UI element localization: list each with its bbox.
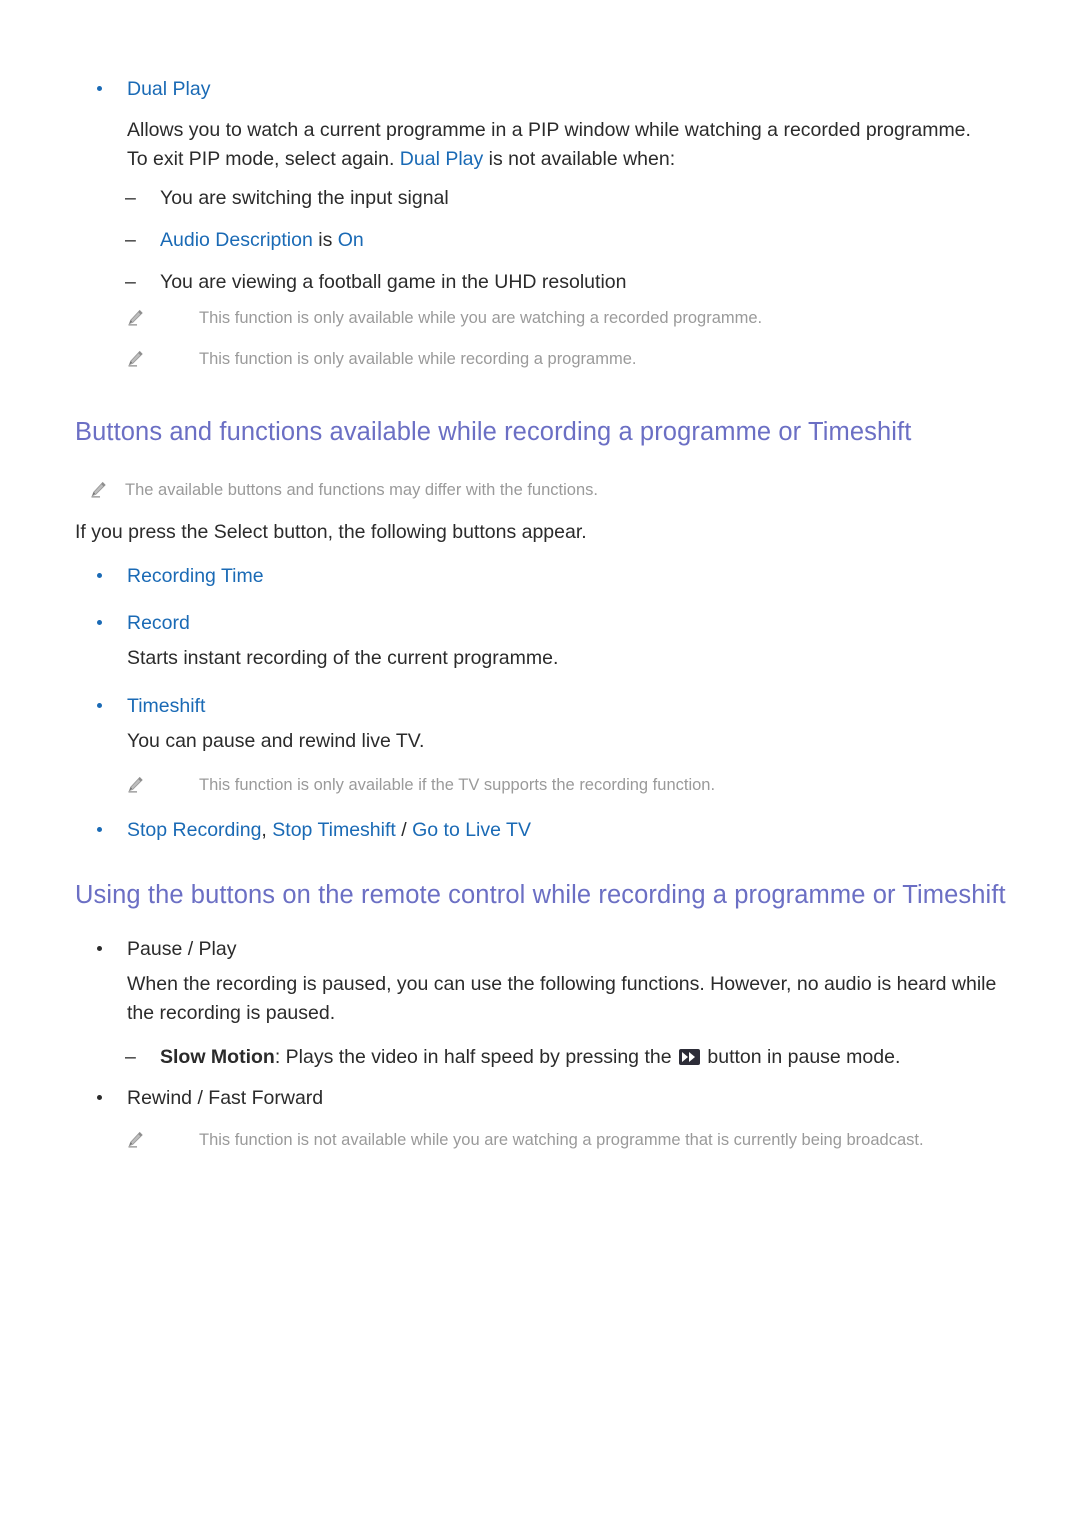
note-row: The available buttons and functions may … xyxy=(75,477,1020,503)
timeshift-note: This function is only available if the T… xyxy=(75,772,1020,798)
fast-forward-icon xyxy=(678,1049,700,1065)
record-desc-text: Starts instant recording of the current … xyxy=(127,647,559,669)
condition-audio-description: Audio Description is On xyxy=(75,225,1020,255)
item-timeshift: Timeshift xyxy=(75,691,1020,721)
item-recording-time: Recording Time xyxy=(75,561,1020,591)
rewind-label: Rewind / Fast Forward xyxy=(127,1087,324,1109)
desc-text-2-pre: To exit PIP mode, select again. xyxy=(127,148,400,170)
dual-play-note-1: This function is only available while yo… xyxy=(75,305,1020,331)
stop-sep-1: , xyxy=(261,819,273,841)
note-text: This function is not available while you… xyxy=(199,1131,924,1149)
item-record: Record xyxy=(75,608,1020,638)
recording-time-label: Recording Time xyxy=(127,565,264,587)
rewind-note: This function is not available while you… xyxy=(75,1127,1020,1153)
note-row: This function is only available if the T… xyxy=(112,772,1020,798)
pencil-icon xyxy=(126,349,145,368)
note-text: This function is only available if the T… xyxy=(199,776,716,794)
buttons-functions-note: The available buttons and functions may … xyxy=(75,477,1020,503)
record-label: Record xyxy=(127,612,190,634)
heading-buttons-and-functions: Buttons and functions available while re… xyxy=(75,418,912,446)
go-to-live-tv-link[interactable]: Go to Live TV xyxy=(412,819,531,841)
pause-play-desc-text: When the recording is paused, you can us… xyxy=(127,973,997,1024)
note-text: This function is only available while re… xyxy=(199,350,637,368)
buttons-functions-intro: If you press the Select button, the foll… xyxy=(75,518,1020,547)
heading-remote-buttons-wrap: Using the buttons on the remote control … xyxy=(75,878,1020,912)
audio-description-link[interactable]: Audio Description xyxy=(160,229,313,251)
item-rewind-fast-forward: Rewind / Fast Forward xyxy=(75,1083,1020,1113)
dual-play-inline-link[interactable]: Dual Play xyxy=(400,148,483,170)
condition-uhd-text: You are viewing a football game in the U… xyxy=(160,271,627,293)
dual-play-desc-line2: To exit PIP mode, select again. Dual Pla… xyxy=(75,145,1007,174)
pause-play-description: When the recording is paused, you can us… xyxy=(75,970,1020,1028)
note-text: The available buttons and functions may … xyxy=(125,481,598,499)
desc-text-2-post: is not available when: xyxy=(483,148,676,170)
item-stop-recording: Stop Recording, Stop Timeshift / Go to L… xyxy=(75,815,1020,845)
dual-play-conditions: You are switching the input signal xyxy=(75,183,1020,213)
audio-description-mid: is xyxy=(312,229,338,251)
dual-play-label: Dual Play xyxy=(127,78,211,100)
dual-play-block: Dual Play xyxy=(75,74,1020,104)
condition-text: You are switching the input signal xyxy=(160,187,449,209)
item-slow-motion: Slow Motion: Plays the video in half spe… xyxy=(75,1042,1020,1072)
slow-motion-label: Slow Motion xyxy=(160,1046,275,1068)
slow-motion-post: button in pause mode. xyxy=(701,1046,901,1068)
document-page: Dual Play Allows you to watch a current … xyxy=(0,0,1080,1527)
stop-timeshift-link[interactable]: Stop Timeshift xyxy=(272,819,396,841)
timeshift-description: You can pause and rewind live TV. xyxy=(75,727,1020,756)
note-row: This function is only available while re… xyxy=(112,346,1020,372)
bullet-rewind-fast-forward[interactable]: Rewind / Fast Forward xyxy=(75,1083,1020,1113)
pause-play-label: Pause / Play xyxy=(127,938,237,960)
slow-motion-pre: : Plays the video in half speed by press… xyxy=(274,1046,677,1068)
bullet-stop-recording[interactable]: Stop Recording, Stop Timeshift / Go to L… xyxy=(75,815,1020,845)
bullet-pause-play[interactable]: Pause / Play xyxy=(75,934,1020,964)
condition-uhd-row: You are viewing a football game in the U… xyxy=(75,267,1020,297)
bullet-record[interactable]: Record xyxy=(75,608,1020,638)
pencil-icon xyxy=(89,480,108,499)
desc-text-1: Allows you to watch a current programme … xyxy=(127,119,971,141)
dual-play-description: Allows you to watch a current programme … xyxy=(75,116,1020,174)
pencil-icon xyxy=(126,1130,145,1149)
intro-text: If you press the Select button, the foll… xyxy=(75,521,587,543)
pencil-icon xyxy=(126,308,145,327)
record-description: Starts instant recording of the current … xyxy=(75,644,1020,673)
audio-description-value[interactable]: On xyxy=(338,229,364,251)
stop-sep-2: / xyxy=(395,819,413,841)
bullet-dual-play[interactable]: Dual Play xyxy=(75,74,1020,104)
heading-using-remote-buttons: Using the buttons on the remote control … xyxy=(75,881,1006,909)
note-row: This function is not available while you… xyxy=(112,1127,1020,1153)
note-text: This function is only available while yo… xyxy=(199,309,763,327)
dual-play-desc-line1: Allows you to watch a current programme … xyxy=(75,116,1007,145)
bullet-timeshift[interactable]: Timeshift xyxy=(75,691,1020,721)
condition-input-signal: You are switching the input signal xyxy=(75,183,1020,213)
timeshift-desc-text: You can pause and rewind live TV. xyxy=(127,730,425,752)
note-row: This function is only available while yo… xyxy=(112,305,1020,331)
stop-recording-link[interactable]: Stop Recording xyxy=(127,819,261,841)
bullet-recording-time[interactable]: Recording Time xyxy=(75,561,1020,591)
condition-audio-description-row: Audio Description is On xyxy=(75,225,1020,255)
heading-buttons-functions-wrap: Buttons and functions available while re… xyxy=(75,415,1020,449)
timeshift-label: Timeshift xyxy=(127,695,206,717)
item-pause-play: Pause / Play xyxy=(75,934,1020,964)
dual-play-note-2: This function is only available while re… xyxy=(75,346,1020,372)
condition-uhd: You are viewing a football game in the U… xyxy=(75,267,1020,297)
slow-motion-row: Slow Motion: Plays the video in half spe… xyxy=(75,1042,1020,1072)
pencil-icon xyxy=(126,775,145,794)
